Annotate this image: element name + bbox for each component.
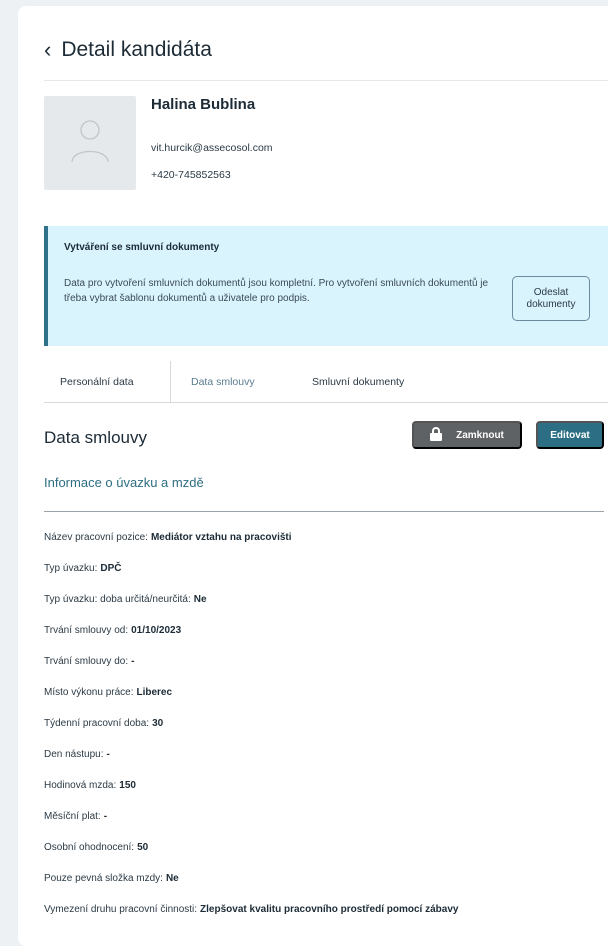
field-row: Pouze pevná složka mzdy: Ne: [44, 863, 608, 894]
chevron-left-icon[interactable]: ‹: [44, 39, 51, 61]
section-subtitle: Informace o úvazku a mzdě: [44, 475, 204, 490]
candidate-detail-card: ‹ Detail kandidáta Halina Bublina vit.hu…: [18, 6, 608, 946]
field-value: -: [106, 749, 110, 760]
candidate-phone: +420-745852563: [151, 169, 231, 181]
field-value: 150: [119, 780, 136, 791]
field-row: Typ úvazku: doba určitá/neurčitá: Ne: [44, 584, 608, 615]
field-label: Týdenní pracovní doba:: [44, 718, 150, 729]
alert-title: Vytváření se smluvní dokumenty: [64, 242, 220, 253]
tab-bar: Personální data Data smlouvy Smluvní dok…: [44, 361, 608, 403]
alert-text: Data pro vytvoření smluvních dokumentů j…: [64, 278, 489, 304]
field-value: -: [103, 811, 108, 822]
field-row: Týdenní pracovní doba: 30: [44, 708, 608, 739]
field-row: Typ úvazku: DPČ: [44, 553, 608, 584]
field-row: Den nástupu: -: [44, 739, 608, 770]
candidate-name: Halina Bublina: [151, 96, 256, 113]
field-row: Trvání smlouvy od: 01/10/2023: [44, 615, 608, 646]
field-label: Typ úvazku: doba určitá/neurčitá:: [44, 594, 191, 605]
field-row: Trvání smlouvy do: -: [44, 646, 608, 677]
send-documents-button[interactable]: Odeslat dokumenty: [512, 276, 590, 321]
field-label: Název pracovní pozice:: [44, 532, 148, 543]
candidate-email: vit.hurcik@assecosol.com: [151, 142, 273, 154]
field-value: Liberec: [136, 687, 173, 698]
field-row: Měsíční plat: -: [44, 801, 608, 832]
tab-personal-data[interactable]: Personální data: [60, 361, 134, 403]
field-label: Místo výkonu práce:: [44, 687, 134, 698]
contract-fields: Název pracovní pozice: Mediátor vztahu na…: [44, 522, 608, 925]
field-label: Pouze pevná složka mzdy:: [44, 873, 163, 884]
lock-button[interactable]: Zamknout: [412, 421, 522, 449]
field-value: Zlepšovat kvalitu pracovního prostředí p…: [200, 904, 459, 915]
field-label: Osobní ohodnocení:: [44, 842, 135, 853]
tab-contract-documents[interactable]: Smluvní dokumenty: [312, 361, 404, 403]
field-value: DPČ: [100, 563, 122, 574]
field-value: Mediátor vztahu na pracovišti: [150, 532, 292, 543]
divider: [44, 80, 608, 81]
field-label: Trvání smlouvy od:: [44, 625, 129, 636]
field-label: Vymezení druhu pracovní činnosti:: [44, 904, 198, 915]
field-row: Hodinová mzda: 150: [44, 770, 608, 801]
lock-button-label: Zamknout: [456, 429, 504, 441]
edit-button[interactable]: Editovat: [536, 421, 604, 449]
info-alert: Vytváření se smluvní dokumenty Data pro …: [44, 226, 608, 346]
divider: [44, 511, 604, 512]
tab-contract-data[interactable]: Data smlouvy: [170, 361, 255, 403]
field-label: Hodinová mzda:: [44, 780, 117, 791]
page-header: ‹ Detail kandidáta: [44, 38, 212, 62]
field-label: Typ úvazku:: [44, 563, 98, 574]
field-label: Měsíční plat:: [44, 811, 101, 822]
field-label: Trvání smlouvy do:: [44, 656, 129, 667]
lock-icon: [430, 427, 443, 441]
field-value: 01/10/2023: [131, 625, 182, 636]
field-value: Ne: [165, 873, 179, 884]
section-title: Data smlouvy: [44, 428, 147, 447]
field-label: Den nástupu:: [44, 749, 104, 760]
field-value: -: [131, 656, 135, 667]
user-placeholder-icon: [44, 96, 136, 190]
field-value: 50: [137, 842, 149, 853]
field-value: 30: [152, 718, 164, 729]
field-row: Osobní ohodnocení: 50: [44, 832, 608, 863]
field-row: Vymezení druhu pracovní činnosti: Zlepšov…: [44, 894, 608, 925]
page-title: Detail kandidáta: [61, 38, 212, 61]
field-row: Název pracovní pozice: Mediátor vztahu na…: [44, 522, 608, 553]
field-value: Ne: [193, 594, 207, 605]
field-row: Místo výkonu práce: Liberec: [44, 677, 608, 708]
